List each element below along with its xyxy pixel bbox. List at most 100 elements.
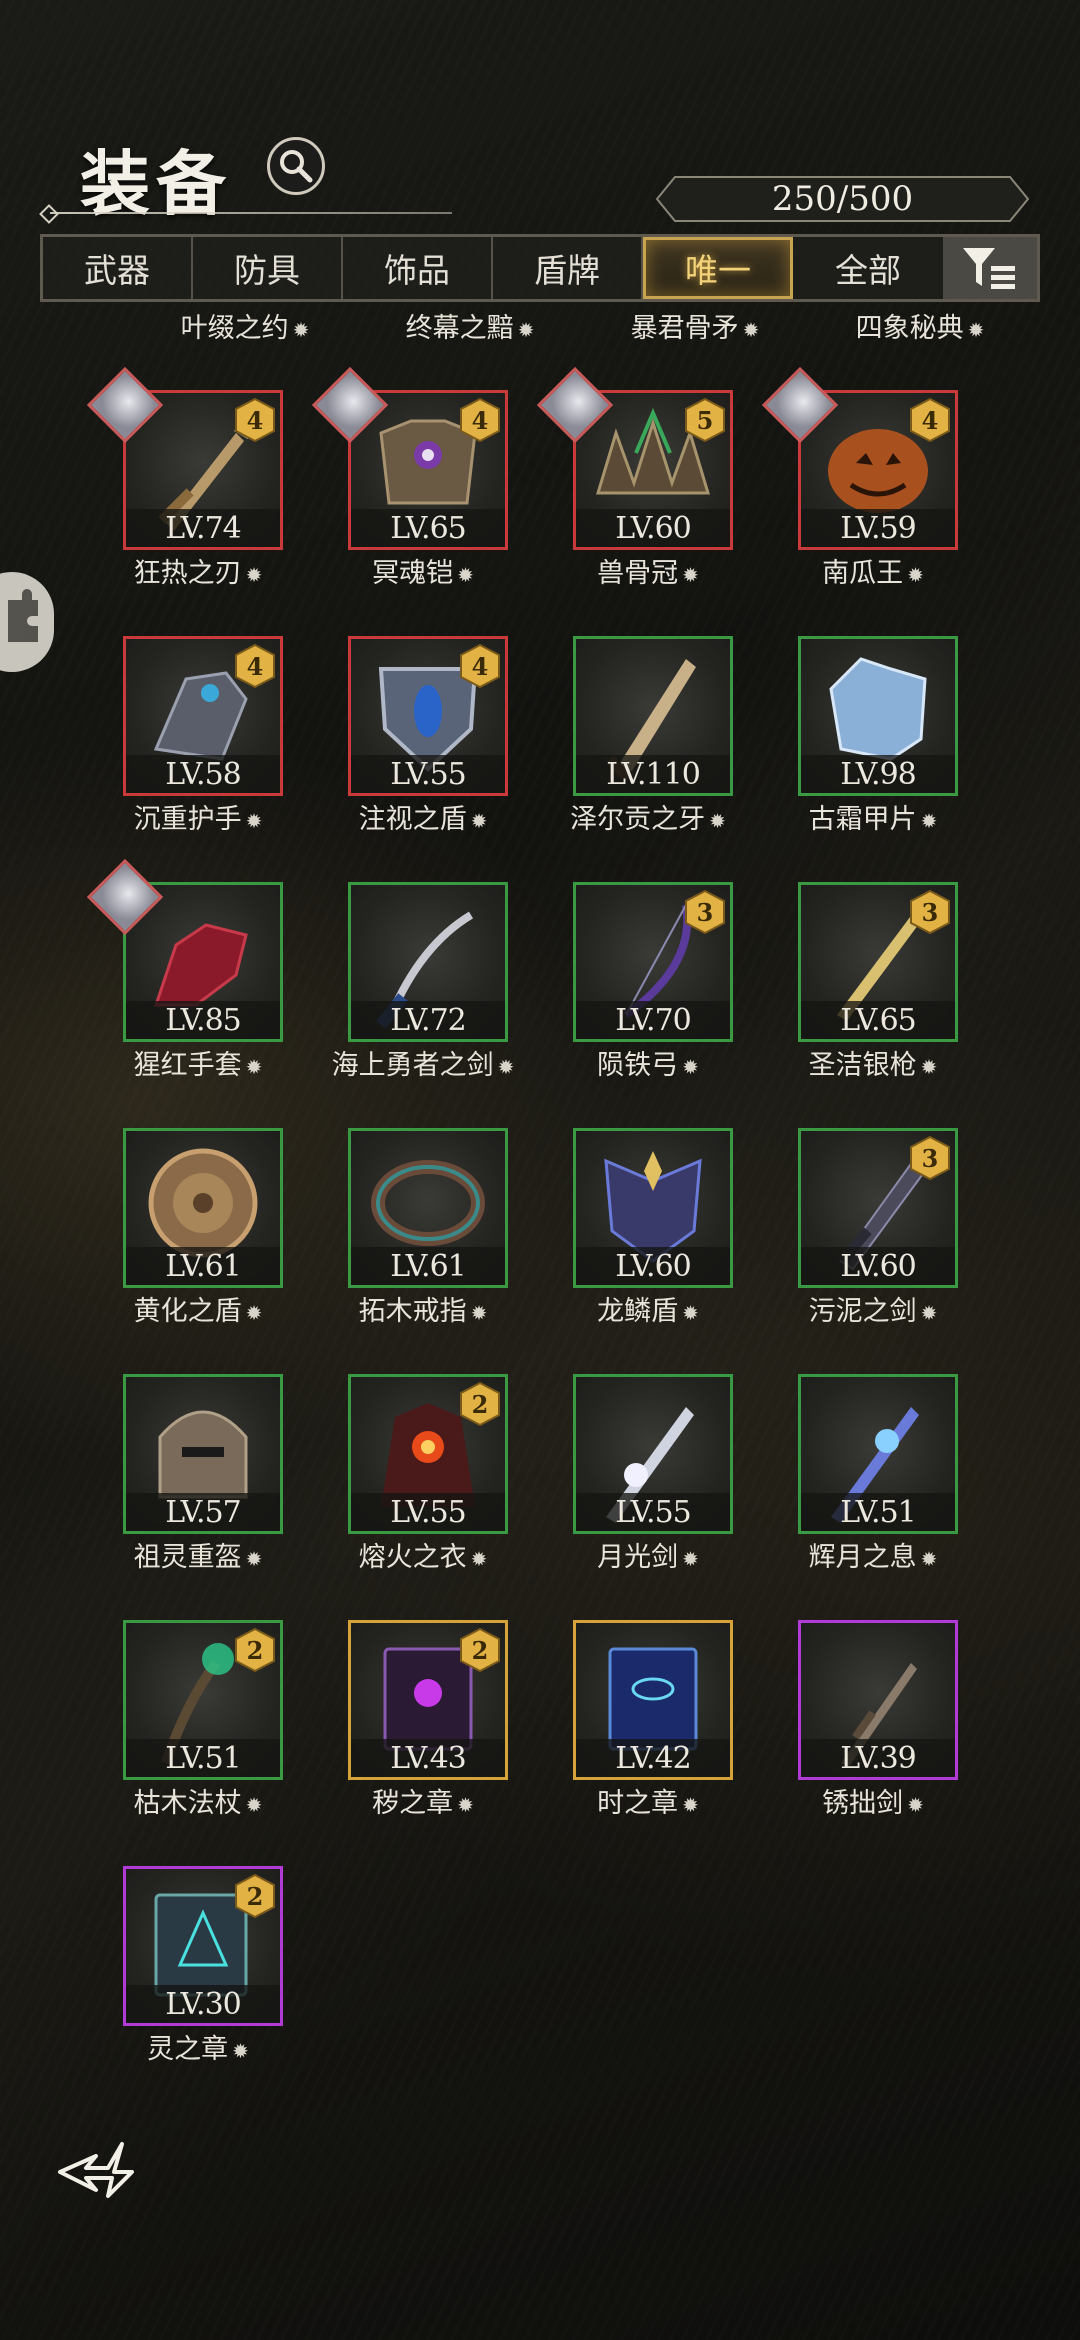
tab-unique[interactable]: 唯一 [643, 237, 793, 299]
filter-sort-button[interactable] [943, 237, 1037, 299]
item-name: 锈拙剑 [763, 1786, 983, 1823]
item-level: LV.110 [576, 755, 730, 793]
item-name[interactable]: 终幕之黯 [370, 306, 570, 345]
upgrade-badge: 4 [234, 397, 276, 443]
filter-icon [963, 248, 1015, 289]
item-level: LV.61 [126, 1247, 280, 1285]
equipment-item[interactable]: LV.30 2 灵之章 [98, 1866, 298, 2076]
item-name: 枯木法杖 [88, 1786, 308, 1823]
item-name: 兽骨冠 [538, 556, 758, 593]
equipment-item[interactable]: LV.57 祖灵重盔 [98, 1374, 298, 1584]
item-level: LV.85 [126, 1001, 280, 1039]
item-slot[interactable]: LV.51 2 [123, 1620, 283, 1780]
upgrade-badge: 4 [909, 397, 951, 443]
tab-armor[interactable]: 防具 [193, 237, 343, 299]
equipment-item[interactable]: LV.60 5 兽骨冠 [536, 366, 748, 600]
equipment-item[interactable]: LV.42 时之章 [548, 1620, 748, 1830]
item-level: LV.98 [801, 755, 955, 793]
equipment-item[interactable]: LV.98 古霜甲片 [773, 636, 973, 846]
item-name: 冥魂铠 [313, 556, 533, 593]
item-name: 狂热之刃 [88, 556, 308, 593]
item-level: LV.60 [801, 1247, 955, 1285]
item-name[interactable]: 四象秘典 [820, 306, 1020, 345]
item-slot[interactable]: LV.60 [573, 1128, 733, 1288]
equipment-item[interactable]: LV.65 4 冥魂铠 [311, 366, 523, 600]
item-level: LV.72 [351, 1001, 505, 1039]
item-slot[interactable]: LV.55 2 [348, 1374, 508, 1534]
upgrade-badge: 3 [909, 1135, 951, 1181]
item-slot[interactable]: LV.65 3 [798, 882, 958, 1042]
equipment-item[interactable]: LV.59 4 南瓜王 [761, 366, 973, 600]
upgrade-badge: 3 [684, 889, 726, 935]
equipment-item[interactable]: LV.110 泽尔贡之牙 [548, 636, 748, 846]
item-name[interactable]: 叶缀之约 [145, 306, 345, 345]
item-name: 灵之章 [88, 2032, 308, 2069]
tab-accessories[interactable]: 饰品 [343, 237, 493, 299]
equipment-item[interactable]: LV.58 4 沉重护手 [98, 636, 298, 846]
item-slot[interactable]: LV.55 4 [348, 636, 508, 796]
item-name: 海上勇者之剑 [313, 1048, 533, 1085]
equipment-item[interactable]: LV.55 4 注视之盾 [323, 636, 523, 846]
item-name: 猩红手套 [88, 1048, 308, 1085]
equipment-item[interactable]: LV.51 2 枯木法杖 [98, 1620, 298, 1830]
item-level: LV.58 [126, 755, 280, 793]
item-slot[interactable]: LV.61 [348, 1128, 508, 1288]
item-slot[interactable]: LV.30 2 [123, 1866, 283, 2026]
item-level: LV.55 [351, 1493, 505, 1531]
equipment-item[interactable]: LV.61 黄化之盾 [98, 1128, 298, 1338]
item-slot[interactable]: LV.110 [573, 636, 733, 796]
item-slot[interactable]: LV.51 [798, 1374, 958, 1534]
item-level: LV.65 [801, 1001, 955, 1039]
equipment-item[interactable]: LV.51 辉月之息 [773, 1374, 973, 1584]
upgrade-badge: 2 [459, 1627, 501, 1673]
item-name: 秽之章 [313, 1786, 533, 1823]
equipment-item[interactable]: LV.72 海上勇者之剑 [323, 882, 523, 1092]
equipment-item[interactable]: LV.85 猩红手套 [86, 858, 298, 1092]
item-slot[interactable]: LV.42 [573, 1620, 733, 1780]
item-level: LV.60 [576, 509, 730, 547]
upgrade-badge: 4 [459, 397, 501, 443]
game-logo-icon[interactable] [56, 2138, 136, 2200]
item-slot[interactable]: LV.98 [798, 636, 958, 796]
item-name[interactable]: 暴君骨矛 [595, 306, 795, 345]
item-level: LV.51 [126, 1739, 280, 1777]
item-name: 月光剑 [538, 1540, 758, 1577]
tab-all[interactable]: 全部 [793, 237, 943, 299]
equipment-item[interactable]: LV.65 3 圣洁银枪 [773, 882, 973, 1092]
item-slot[interactable]: LV.43 2 [348, 1620, 508, 1780]
item-name: 辉月之息 [763, 1540, 983, 1577]
equipment-item[interactable]: LV.70 3 陨铁弓 [548, 882, 748, 1092]
category-tabs: 武器 防具 饰品 盾牌 唯一 全部 [40, 234, 1040, 302]
tab-shields[interactable]: 盾牌 [493, 237, 643, 299]
tab-weapons[interactable]: 武器 [43, 237, 193, 299]
upgrade-badge: 2 [234, 1873, 276, 1919]
item-slot[interactable]: LV.72 [348, 882, 508, 1042]
upgrade-badge: 2 [234, 1627, 276, 1673]
title-underline [50, 212, 452, 214]
equipment-item[interactable]: LV.43 2 秽之章 [323, 1620, 523, 1830]
item-level: LV.70 [576, 1001, 730, 1039]
equipment-item[interactable]: LV.55 月光剑 [548, 1374, 748, 1584]
item-slot[interactable]: LV.70 3 [573, 882, 733, 1042]
item-slot[interactable]: LV.57 [123, 1374, 283, 1534]
item-slot[interactable]: LV.60 3 [798, 1128, 958, 1288]
equipment-item[interactable]: LV.60 龙鳞盾 [548, 1128, 748, 1338]
search-button[interactable] [267, 137, 325, 195]
item-name: 古霜甲片 [763, 802, 983, 839]
item-slot[interactable]: LV.55 [573, 1374, 733, 1534]
equipment-item[interactable]: LV.55 2 熔火之衣 [323, 1374, 523, 1584]
equipment-item[interactable]: LV.60 3 污泥之剑 [773, 1128, 973, 1338]
item-slot[interactable]: LV.39 [798, 1620, 958, 1780]
item-slot[interactable]: LV.58 4 [123, 636, 283, 796]
equipment-item[interactable]: LV.61 拓木戒指 [323, 1128, 523, 1338]
item-name: 注视之盾 [313, 802, 533, 839]
item-level: LV.55 [576, 1493, 730, 1531]
item-slot[interactable]: LV.61 [123, 1128, 283, 1288]
item-level: LV.60 [576, 1247, 730, 1285]
equipment-item[interactable]: LV.74 4 狂热之刃 [86, 366, 298, 600]
equipment-item[interactable]: LV.39 锈拙剑 [773, 1620, 973, 1830]
item-level: LV.43 [351, 1739, 505, 1777]
side-drawer-handle[interactable] [0, 572, 54, 672]
item-level: LV.42 [576, 1739, 730, 1777]
item-name: 黄化之盾 [88, 1294, 308, 1331]
